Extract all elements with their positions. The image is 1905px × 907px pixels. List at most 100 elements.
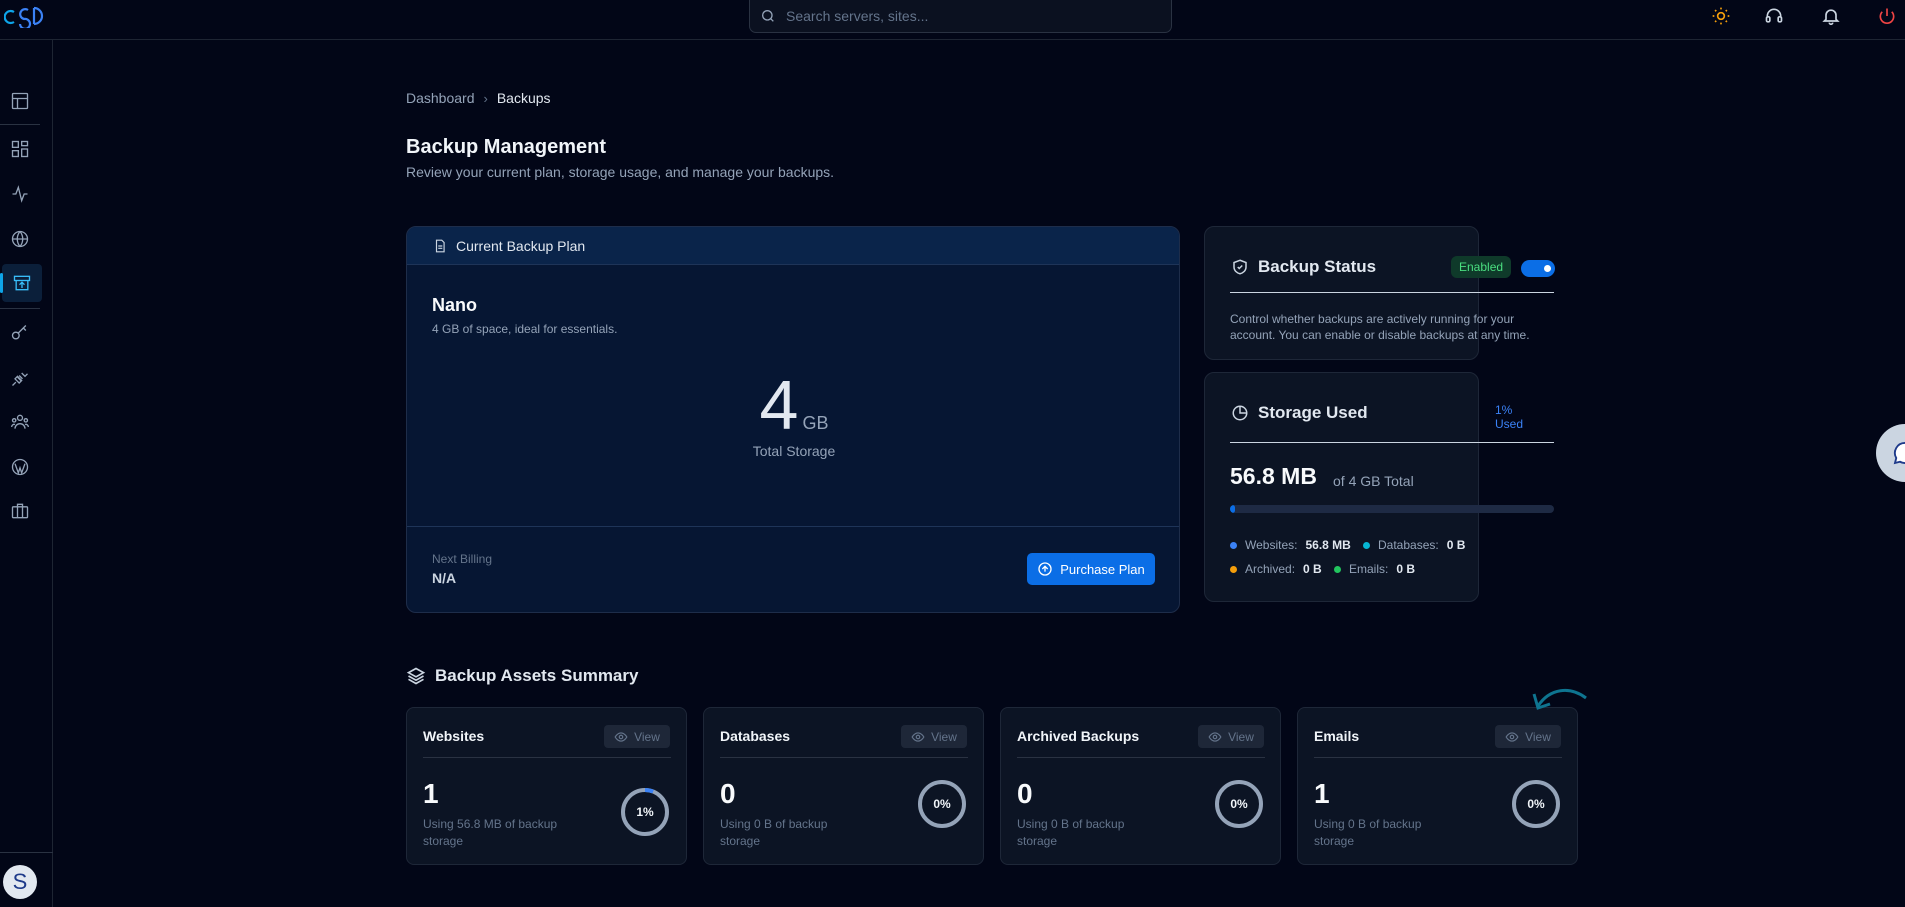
legend-emails: Emails: 0 B: [1334, 562, 1415, 576]
sidebar-item-billing[interactable]: [0, 492, 40, 530]
document-icon: [435, 239, 445, 252]
page-title: Backup Management: [406, 136, 607, 158]
asset-name: Emails: [1314, 728, 1360, 744]
plan-size-value: 4: [759, 366, 799, 444]
backup-status-description: Control whether backups are actively run…: [1230, 312, 1530, 342]
asset-count: 0: [1017, 778, 1033, 809]
sidebar-divider: [0, 852, 53, 853]
legend-value: 0 B: [1446, 538, 1466, 552]
avatar[interactable]: S: [3, 865, 37, 899]
sidebar-item-dashboard[interactable]: [0, 130, 40, 168]
legend-dot: [1363, 541, 1370, 549]
sidebar-item-ssh-keys[interactable]: [0, 314, 40, 352]
search-input[interactable]: [786, 8, 1146, 24]
legend-value: 0 B: [1396, 562, 1416, 576]
search-icon: [762, 10, 774, 22]
breadcrumb-dashboard-link[interactable]: Dashboard: [406, 90, 475, 106]
assets-summary-title-text: Backup Assets Summary: [435, 666, 639, 685]
ring-percent-label: 0%: [1527, 797, 1545, 811]
sun-icon: [1712, 7, 1730, 25]
asset-count: 1: [423, 778, 439, 809]
power-icon: [1879, 8, 1895, 24]
asset-usage-text: Using 0 B of backup storage: [1017, 817, 1125, 848]
usage-percent-badge: 1% Used: [1495, 403, 1524, 431]
wordpress-icon: [11, 458, 29, 476]
chevron-right-icon: ›: [483, 90, 488, 106]
notifications-button[interactable]: [1819, 4, 1843, 28]
eye-icon: [911, 731, 925, 742]
legend-value: 56.8 MB: [1305, 538, 1351, 552]
asset-card: Archived Backups View 0 Using 0 B of backup…: [1000, 707, 1281, 865]
asset-usage-text: Using 56.8 MB of backup storage: [423, 817, 558, 848]
card-divider: [1017, 757, 1265, 758]
logout-button[interactable]: [1875, 4, 1899, 28]
backup-status-title-text: Backup Status: [1258, 257, 1377, 276]
plan-description: 4 GB of space, ideal for essentials.: [432, 322, 618, 336]
asset-card: Emails View 1 Using 0 B of backup storage 0%: [1297, 707, 1578, 865]
asset-name: Databases: [720, 728, 791, 744]
briefcase-icon: [11, 503, 29, 519]
legend-label: Websites:: [1245, 538, 1298, 552]
assets-summary-title: Backup Assets Summary: [406, 666, 638, 686]
sidebar: S: [0, 40, 53, 907]
card-divider: [423, 757, 671, 758]
plan-size-label: Total Storage: [752, 443, 836, 459]
theme-toggle-button[interactable]: [1709, 4, 1733, 28]
legend-websites: Websites: 56.8 MB: [1230, 538, 1351, 552]
sidebar-item-integrations[interactable]: [0, 359, 40, 397]
storage-used-title-text: Storage Used: [1258, 403, 1368, 422]
ring-percent-label: 0%: [1230, 797, 1248, 811]
globe-icon: [11, 230, 29, 248]
storage-progress-fill: [1230, 505, 1235, 513]
asset-count: 1: [1314, 778, 1330, 809]
storage-used-card: Storage Used 1% Used 56.8 MB of 4 GB Tot…: [1204, 372, 1554, 602]
storage-total-text: of 4 GB Total: [1333, 473, 1414, 489]
purchase-plan-button[interactable]: Purchase Plan: [1027, 553, 1155, 585]
activity-icon: [12, 185, 28, 203]
view-button[interactable]: View: [1198, 725, 1264, 748]
legend-label: Databases:: [1378, 538, 1439, 552]
layers-icon: [406, 667, 426, 685]
asset-name: Websites: [423, 728, 485, 744]
view-button[interactable]: View: [604, 725, 670, 748]
sidebar-item-wordpress[interactable]: [0, 448, 40, 486]
view-button[interactable]: View: [901, 725, 967, 748]
view-button-label: View: [1525, 729, 1551, 744]
storage-used-value: 56.8 MB: [1230, 463, 1317, 489]
plan-name: Nano: [432, 295, 477, 315]
asset-count: 0: [720, 778, 736, 809]
grid-icon: [11, 140, 29, 158]
purchase-plan-label: Purchase Plan: [1060, 561, 1145, 577]
card-divider: [1230, 292, 1554, 293]
app-logo[interactable]: [4, 4, 48, 28]
search-bar[interactable]: [749, 0, 1172, 33]
view-button-label: View: [931, 729, 957, 744]
top-bar: [0, 0, 1905, 40]
backup-status-card: Backup Status Enabled Control whether ba…: [1204, 226, 1555, 360]
plug-icon: [12, 372, 28, 386]
sidebar-item-backups[interactable]: [0, 264, 42, 302]
sidebar-item-monitoring[interactable]: [0, 175, 40, 213]
headset-icon: [1765, 8, 1783, 23]
plan-card-header: Current Backup Plan: [407, 227, 1179, 265]
key-icon: [11, 325, 27, 340]
legend-label: Emails:: [1349, 562, 1389, 576]
plan-storage-size: 4 GB: [407, 365, 1179, 445]
curved-arrow-icon: [1532, 689, 1587, 710]
backup-enabled-toggle[interactable]: [1521, 260, 1555, 277]
plan-section-label: Current Backup Plan: [456, 237, 586, 254]
status-badge: Enabled: [1451, 256, 1512, 278]
chat-icon: [1893, 442, 1905, 465]
sidebar-item-overview[interactable]: [0, 82, 40, 120]
sidebar-item-websites[interactable]: [0, 220, 40, 258]
asset-usage-text: Using 0 B of backup storage: [1314, 817, 1422, 848]
ring-percent-label: 0%: [933, 797, 951, 811]
legend-archived: Archived: 0 B: [1230, 562, 1322, 576]
current-plan-card: Current Backup Plan Nano 4 GB of space, …: [406, 226, 1180, 613]
pie-chart-icon: [1232, 405, 1248, 421]
legend-label: Archived:: [1245, 562, 1296, 576]
chat-widget-button[interactable]: [1876, 424, 1905, 482]
support-button[interactable]: [1762, 4, 1786, 28]
sidebar-item-users[interactable]: [0, 403, 40, 441]
view-button[interactable]: View: [1495, 725, 1561, 748]
